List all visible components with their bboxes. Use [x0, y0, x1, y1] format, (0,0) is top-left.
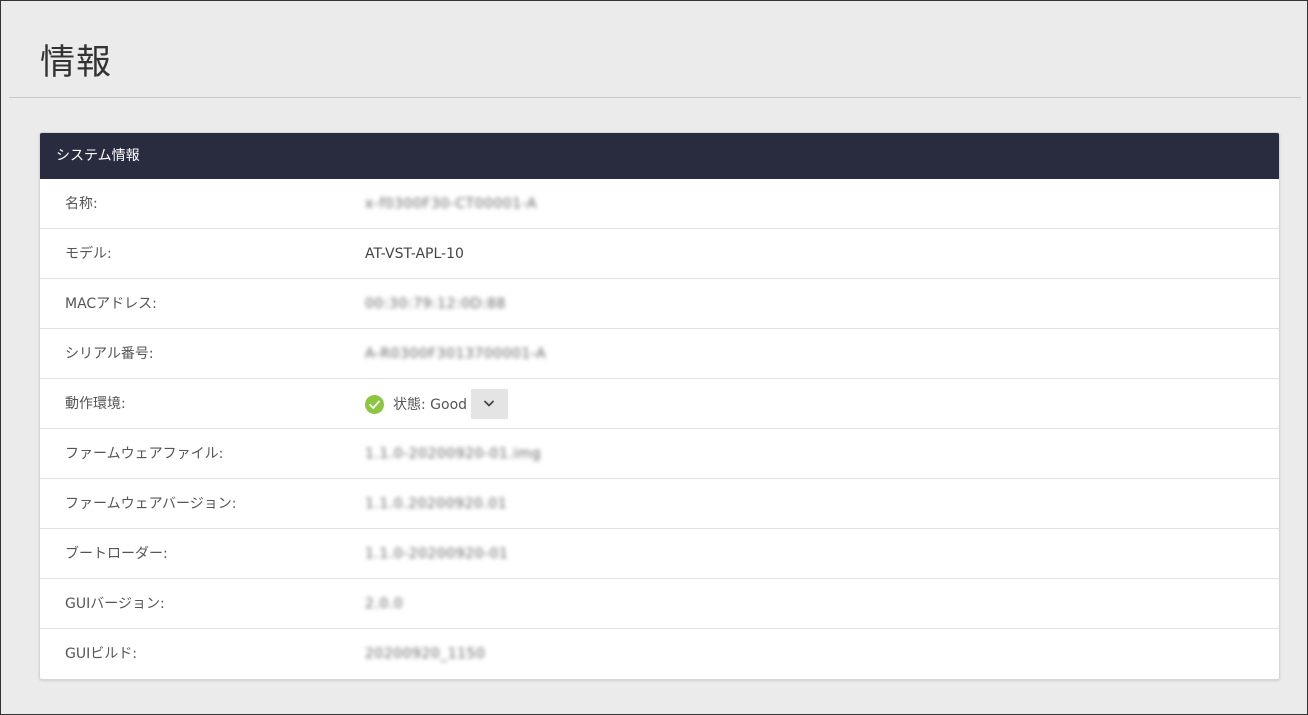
chevron-down-icon: [484, 400, 494, 407]
row-value: 1.1.0.20200920.01: [365, 496, 508, 512]
row-value: 2.0.0: [365, 596, 404, 612]
row-value: 00:30:79:12:0D:88: [365, 296, 506, 312]
info-row-serial-number: シリアル番号: A-R0300F3013700001-A: [40, 329, 1279, 379]
panel-heading: システム情報: [40, 133, 1279, 179]
info-row-name: 名称: x-f0300F30-CT00001-A: [40, 179, 1279, 229]
page-title: 情報: [40, 43, 113, 83]
row-label: 動作環境:: [65, 396, 126, 412]
info-row-mac-address: MACアドレス: 00:30:79:12:0D:88: [40, 279, 1279, 329]
status-expand-button[interactable]: [471, 389, 509, 419]
row-label: ファームウェアバージョン:: [65, 496, 237, 512]
status-text: 状態: Good: [393, 397, 468, 413]
row-label: 名称:: [65, 196, 98, 212]
row-value: x-f0300F30-CT00001-A: [365, 196, 537, 212]
row-value: 1.1.0-20200920-01: [365, 546, 509, 562]
row-label: ブートローダー:: [65, 546, 168, 562]
row-label: GUIバージョン:: [65, 596, 165, 612]
row-label: GUIビルド:: [65, 646, 137, 662]
info-row-bootloader: ブートローダー: 1.1.0-20200920-01: [40, 529, 1279, 579]
row-label: MACアドレス:: [65, 296, 157, 312]
row-value: A-R0300F3013700001-A: [365, 346, 547, 362]
row-label: モデル:: [65, 246, 112, 262]
row-label: ファームウェアファイル:: [65, 446, 224, 462]
status-indicator: 状態: Good: [365, 389, 509, 419]
row-value: 20200920_1150: [365, 646, 486, 662]
row-value: AT-VST-APL-10: [365, 246, 464, 262]
row-label: シリアル番号:: [65, 346, 154, 362]
info-row-firmware-version: ファームウェアバージョン: 1.1.0.20200920.01: [40, 479, 1279, 529]
row-value: 1.1.0-20200920-01.img: [365, 446, 542, 462]
page-header: 情報: [9, 1, 1301, 98]
check-circle-icon: [365, 394, 384, 414]
info-row-environment: 動作環境: 状態: Good: [40, 379, 1279, 429]
system-info-panel: システム情報 名称: x-f0300F30-CT00001-A モデル: AT-…: [39, 132, 1280, 680]
info-row-gui-build: GUIビルド: 20200920_1150: [40, 629, 1279, 679]
info-row-gui-version: GUIバージョン: 2.0.0: [40, 579, 1279, 629]
info-row-firmware-file: ファームウェアファイル: 1.1.0-20200920-01.img: [40, 429, 1279, 479]
info-row-model: モデル: AT-VST-APL-10: [40, 229, 1279, 279]
